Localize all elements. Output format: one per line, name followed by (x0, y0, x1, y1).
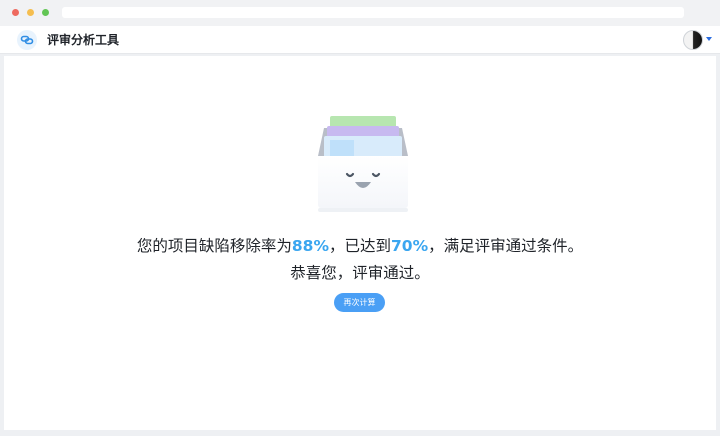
threshold-value: 70% (391, 237, 429, 255)
window-close-dot[interactable] (12, 9, 19, 16)
browser-chrome (0, 0, 720, 26)
user-avatar[interactable] (683, 30, 703, 50)
app-title: 评审分析工具 (47, 33, 120, 47)
address-bar[interactable] (62, 7, 684, 18)
removal-rate-value: 88% (291, 237, 329, 255)
result-message: 您的项目缺陷移除率为88%，已达到70%，满足评审通过条件。 (4, 232, 716, 260)
app-logo-icon (17, 30, 37, 50)
main-content: 您的项目缺陷移除率为88%，已达到70%，满足评审通过条件。 恭喜您，评审通过。… (4, 56, 716, 430)
chevron-down-icon[interactable] (706, 37, 712, 41)
happy-box-illustration-icon (304, 112, 422, 216)
window-maximize-dot[interactable] (42, 9, 49, 16)
app-header: 评审分析工具 (0, 26, 720, 54)
congrats-message: 恭喜您，评审通过。 (290, 264, 430, 282)
result-suffix: ，满足评审通过条件。 (428, 237, 584, 255)
result-prefix: 您的项目缺陷移除率为 (136, 237, 292, 255)
result-middle: ，已达到 (328, 237, 391, 255)
window-minimize-dot[interactable] (27, 9, 34, 16)
recalculate-button[interactable]: 再次计算 (334, 293, 385, 312)
